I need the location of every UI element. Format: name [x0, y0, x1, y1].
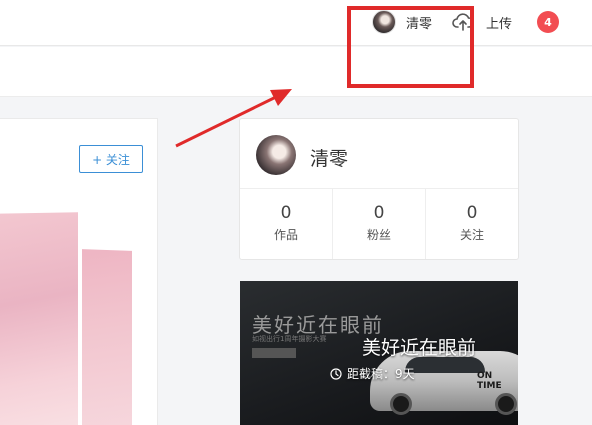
- profile-stats: 0 作品 0 粉丝 0 关注: [240, 189, 518, 259]
- clock-icon: [330, 367, 342, 380]
- stat-value: 0: [373, 203, 385, 223]
- banner-deadline: 距截稿：9天: [330, 365, 415, 382]
- follow-button[interactable]: + 关注: [79, 145, 143, 173]
- banner-deadline-text: 距截稿：9天: [347, 367, 415, 381]
- stat-label: 关注: [459, 228, 484, 242]
- stat-label: 粉丝: [366, 228, 391, 242]
- stat-works[interactable]: 0 作品: [240, 189, 333, 259]
- stat-value: 0: [280, 203, 292, 223]
- work-photo-secondary[interactable]: [82, 249, 132, 425]
- annotation-highlight-box: [347, 6, 474, 88]
- banner-logo-text: ON TIME: [477, 371, 502, 391]
- profile-avatar[interactable]: [256, 135, 296, 175]
- work-photo[interactable]: [0, 212, 78, 425]
- profile-name[interactable]: 清零: [310, 144, 348, 171]
- banner-car-wheel: [495, 393, 517, 415]
- contest-banner[interactable]: 美好近在眼前 如视出行1周年摄影大赛 ON TIME 美好近在眼前 距截稿：9天: [240, 281, 518, 425]
- stat-following[interactable]: 0 关注: [426, 189, 518, 259]
- banner-car-wheel: [390, 393, 412, 415]
- stat-fans[interactable]: 0 粉丝: [333, 189, 426, 259]
- profile-card: 清零 0 作品 0 粉丝 0 关注: [239, 118, 519, 260]
- banner-title: 美好近在眼前: [361, 337, 476, 359]
- stat-value: 0: [466, 203, 478, 223]
- stat-label: 作品: [273, 228, 298, 242]
- notification-badge[interactable]: 4: [537, 11, 559, 33]
- upload-label[interactable]: 上传: [486, 13, 512, 32]
- profile-header: 清零: [240, 119, 518, 189]
